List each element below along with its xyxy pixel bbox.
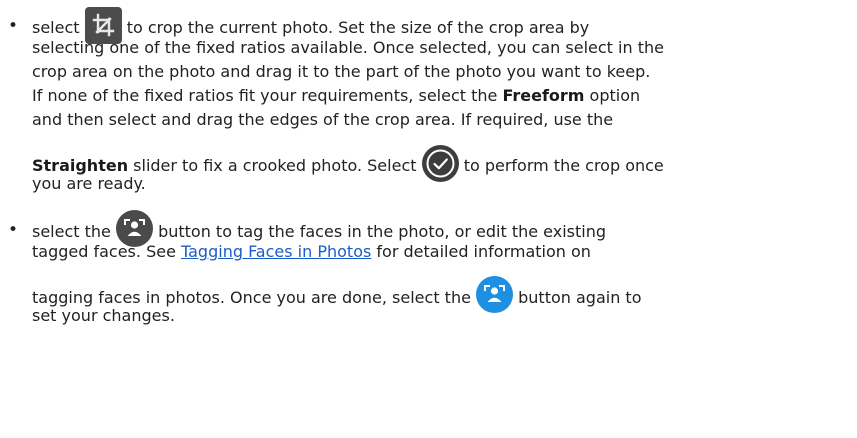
text-segment: to perform the crop once bbox=[463, 156, 664, 175]
text-segment: for detailed information on bbox=[371, 242, 591, 261]
text-segment: select the bbox=[32, 222, 116, 241]
paragraph-line: crop area on the photo and drag it to th… bbox=[32, 62, 651, 81]
text-segment: If none of the fixed ratios fit your req… bbox=[32, 86, 503, 105]
text-segment: tagged faces. See bbox=[32, 242, 181, 261]
help-page: • select to crop the current photo. Set … bbox=[0, 0, 857, 438]
tag-faces-active-icon bbox=[476, 276, 514, 313]
checkmark-circle-icon bbox=[421, 145, 459, 182]
text-segment: option bbox=[584, 86, 641, 105]
text-segment: slider to fix a crooked photo. Select bbox=[128, 156, 422, 175]
text-segment: button again to bbox=[518, 288, 642, 307]
paragraph-line: selecting one of the fixed ratios availa… bbox=[32, 38, 664, 57]
bullet-marker: • bbox=[8, 16, 19, 36]
paragraph-line: If none of the fixed ratios fit your req… bbox=[32, 84, 640, 108]
text-segment: select bbox=[32, 18, 85, 37]
paragraph-line: you are ready. bbox=[32, 174, 146, 193]
bullet-marker: • bbox=[8, 220, 19, 240]
paragraph-line: set your changes. bbox=[32, 306, 175, 325]
paragraph-line: tagged faces. See Tagging Faces in Photo… bbox=[32, 240, 591, 264]
paragraph-line: and then select and drag the edges of th… bbox=[32, 110, 614, 129]
tagging-faces-link[interactable]: Tagging Faces in Photos bbox=[181, 242, 371, 261]
text-segment: to crop the current photo. Set the size … bbox=[126, 18, 590, 37]
text-segment: button to tag the faces in the photo, or… bbox=[158, 222, 606, 241]
bold-term: Freeform bbox=[502, 86, 585, 105]
